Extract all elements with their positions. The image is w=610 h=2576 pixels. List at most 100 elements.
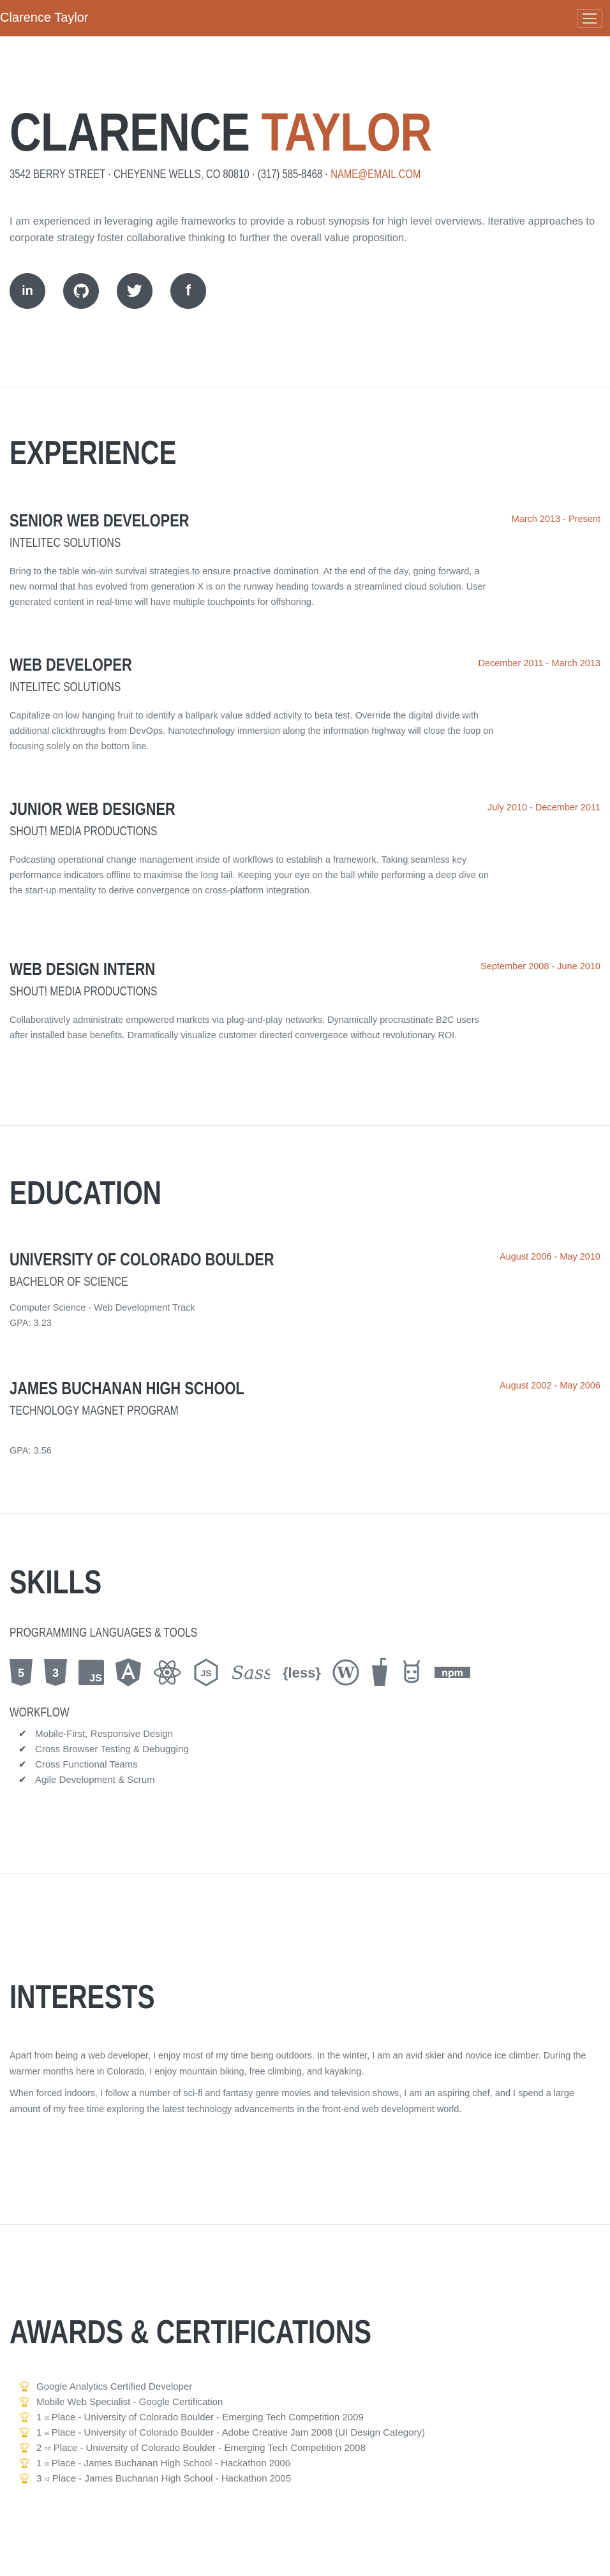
grunt-icon: [400, 1658, 423, 1686]
item-gpa: GPA: 3.23: [10, 1318, 52, 1329]
list-item: 🏆︎ 1 st Place - University of Colorado Bo…: [10, 2425, 600, 2441]
first-name: Clarence: [10, 102, 250, 162]
linkedin-icon[interactable]: in: [10, 273, 45, 309]
svg-text:{less}: {less}: [283, 1665, 321, 1681]
last-name: Taylor: [261, 102, 432, 162]
react-icon: [152, 1658, 182, 1686]
item-description: Podcasting operational change management…: [10, 855, 489, 896]
navbar: Clarence Taylor: [0, 0, 610, 36]
item-title: Junior Web Designer: [10, 799, 175, 819]
facebook-icon[interactable]: f: [170, 273, 206, 309]
item-title: Web Design Intern: [10, 959, 156, 979]
svg-text:W: W: [337, 1664, 355, 1682]
awards-heading: Awards & Certifications: [10, 2314, 372, 2351]
svg-text:JS: JS: [89, 1673, 102, 1684]
education-heading: Education: [10, 1175, 162, 1212]
list-item: ✔ Cross Browser Testing & Debugging: [10, 1742, 600, 1757]
skills-section: Skills Programming Languages & Tools 5 3…: [10, 1563, 600, 1788]
trophy-icon: 🏆︎: [19, 2412, 31, 2423]
item-gpa: GPA: 3.56: [10, 1446, 52, 1456]
npm-icon: npm: [435, 1658, 470, 1686]
check-icon: ✔: [19, 1759, 27, 1770]
item-title: Senior Web Developer: [10, 510, 190, 530]
dev-icons: 5 3 JS JS Sass {less} W npm: [10, 1658, 600, 1686]
page-title: Clarence Taylor: [10, 105, 494, 159]
experience-heading: Experience: [10, 435, 177, 472]
item-degree: Technology Magnet Program: [10, 1404, 179, 1418]
divider: [0, 2224, 610, 2225]
languages-heading: Programming Languages & Tools: [10, 1626, 198, 1640]
github-icon[interactable]: [63, 273, 99, 309]
svg-text:npm: npm: [442, 1668, 463, 1679]
workflow-list: ✔ Mobile-First, Responsive Design ✔ Cross …: [10, 1727, 600, 1788]
twitter-icon[interactable]: [117, 273, 152, 309]
item-title: University of Colorado Boulder: [10, 1249, 274, 1269]
svg-text:5: 5: [18, 1667, 24, 1679]
item-company: Shout! Media Productions: [10, 824, 158, 838]
education-item: August 2002 - May 2006 James Buchanan Hi…: [10, 1378, 600, 1459]
less-icon: {less}: [281, 1658, 321, 1686]
trophy-icon: 🏆︎: [19, 2473, 31, 2484]
experience-item: July 2010 - December 2011 Junior Web Des…: [10, 799, 600, 899]
list-item: 🏆︎ 1 st Place - University of Colorado Bo…: [10, 2410, 600, 2425]
contact-line: 3542 Berry Street · Cheyenne Wells, CO 8…: [10, 168, 470, 182]
item-company: Intelitec Solutions: [10, 536, 121, 550]
svg-text:3: 3: [52, 1667, 59, 1679]
trophy-icon: 🏆︎: [19, 2397, 31, 2408]
item-date: December 2011 - March 2013: [478, 659, 600, 669]
education-item: August 2006 - May 2010 University of Col…: [10, 1249, 600, 1332]
list-item: ✔ Agile Development & Scrum: [10, 1773, 600, 1788]
item-date: August 2006 - May 2010: [500, 1252, 600, 1262]
experience-item: December 2011 - March 2013 Web Developer…: [10, 655, 600, 755]
sass-icon: Sass: [230, 1658, 270, 1686]
interests-heading: Interests: [10, 1979, 155, 2016]
svg-text:Sass: Sass: [232, 1662, 270, 1683]
check-icon: ✔: [19, 1775, 27, 1785]
css3-icon: 3: [44, 1658, 67, 1686]
check-icon: ✔: [19, 1729, 27, 1739]
item-date: March 2013 - Present: [511, 514, 600, 525]
check-icon: ✔: [19, 1744, 27, 1755]
item-title: Web Developer: [10, 655, 132, 674]
about-section: Clarence Taylor 3542 Berry Street · Chey…: [10, 105, 600, 309]
list-item: 🏆︎ Google Analytics Certified Developer: [10, 2379, 600, 2395]
experience-item: September 2008 - June 2010 Web Design In…: [10, 959, 600, 1044]
item-degree: Bachelor of Science: [10, 1275, 128, 1289]
list-item: 🏆︎ Mobile Web Specialist - Google Certifi…: [10, 2395, 600, 2410]
list-item: ✔ Mobile-First, Responsive Design: [10, 1727, 600, 1742]
item-date: September 2008 - June 2010: [480, 962, 600, 972]
interests-paragraph: When forced indoors, I follow a number o…: [10, 2088, 574, 2115]
divider: [0, 1125, 610, 1126]
gulp-icon: [371, 1658, 389, 1686]
skills-heading: Skills: [10, 1564, 102, 1601]
item-company: Shout! Media Productions: [10, 985, 158, 999]
trophy-icon: 🏆︎: [19, 2381, 31, 2392]
workflow-heading: Workflow: [10, 1706, 70, 1720]
menu-icon[interactable]: [577, 8, 602, 28]
item-company: Intelitec Solutions: [10, 680, 121, 694]
awards-section: Awards & Certifications 🏆︎ Google Analyti…: [10, 2313, 600, 2487]
item-description: Bring to the table win-win survival stra…: [10, 567, 486, 607]
experience-item: March 2013 - Present Senior Web Develope…: [10, 510, 600, 611]
node-js-icon: JS: [193, 1658, 219, 1686]
interests-section: Interests Apart from being a web develop…: [10, 1978, 600, 2118]
contact-address: 3542 Berry Street · Cheyenne Wells, CO 8…: [10, 168, 329, 181]
list-item: 🏆︎ 2 nd Place - University of Colorado Bo…: [10, 2441, 600, 2456]
awards-list: 🏆︎ Google Analytics Certified Developer 🏆…: [10, 2379, 600, 2487]
interests-paragraph: Apart from being a web developer, I enjo…: [10, 2051, 586, 2078]
divider: [0, 1513, 610, 1514]
navbar-brand[interactable]: Clarence Taylor: [0, 11, 89, 26]
about-lead: I am experienced in leveraging agile fra…: [10, 216, 595, 244]
list-item: 🏆︎ 3 rd Place - James Buchanan High Schoo…: [10, 2471, 600, 2487]
angular-icon: [115, 1658, 141, 1686]
list-item: 🏆︎ 1 st Place - James Buchanan High Schoo…: [10, 2456, 600, 2471]
html5-icon: 5: [10, 1658, 33, 1686]
trophy-icon: 🏆︎: [19, 2427, 31, 2438]
item-title: James Buchanan High School: [10, 1378, 244, 1398]
item-description: Capitalize on low hanging fruit to ident…: [10, 711, 494, 752]
education-section: Education: [10, 1174, 600, 1212]
trophy-icon: 🏆︎: [19, 2443, 31, 2453]
email-link[interactable]: name@email.com: [331, 168, 420, 181]
item-date: July 2010 - December 2011: [487, 803, 600, 813]
item-description: Collaboratively administrate empowered m…: [10, 1015, 479, 1041]
